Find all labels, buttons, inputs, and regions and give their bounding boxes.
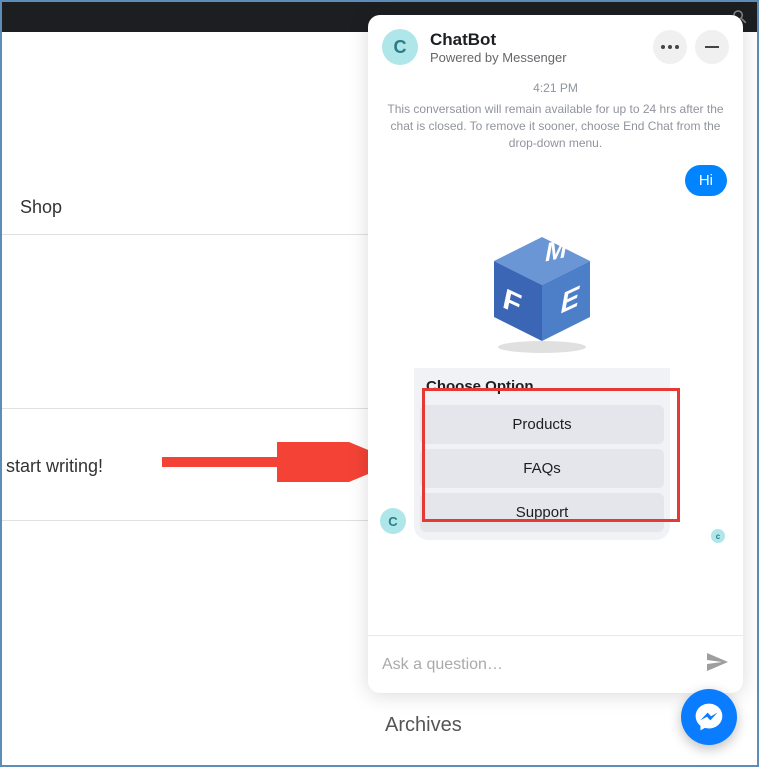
options-container: Products FAQs Support bbox=[414, 401, 670, 540]
powered-by-label: Powered by Messenger bbox=[430, 50, 641, 65]
annotation-arrow bbox=[157, 442, 387, 482]
timestamp: 4:21 PM bbox=[380, 81, 731, 95]
divider bbox=[2, 234, 372, 235]
option-card: M F E Choose Option Products FAQs Suppor… bbox=[414, 210, 670, 540]
option-products-button[interactable]: Products bbox=[420, 405, 664, 444]
read-receipt-avatar: c bbox=[711, 529, 725, 543]
shop-heading: Shop bbox=[20, 197, 62, 218]
chat-widget: C ChatBot Powered by Messenger 4:21 PM T… bbox=[368, 15, 743, 693]
svg-text:M: M bbox=[545, 233, 568, 268]
ellipsis-icon bbox=[661, 45, 679, 49]
bot-avatar-small: C bbox=[380, 508, 406, 534]
bot-avatar: C bbox=[382, 29, 418, 65]
divider bbox=[2, 408, 372, 409]
user-message-bubble: Hi bbox=[685, 165, 727, 196]
messenger-fab-button[interactable] bbox=[681, 689, 737, 745]
messenger-icon bbox=[693, 701, 725, 733]
header-text: ChatBot Powered by Messenger bbox=[430, 30, 641, 65]
header-actions bbox=[653, 30, 729, 64]
send-icon bbox=[705, 650, 729, 674]
fme-cube-logo-icon: M F E bbox=[472, 219, 612, 359]
option-faqs-button[interactable]: FAQs bbox=[420, 449, 664, 488]
chat-header: C ChatBot Powered by Messenger bbox=[368, 15, 743, 75]
more-options-button[interactable] bbox=[653, 30, 687, 64]
minimize-button[interactable] bbox=[695, 30, 729, 64]
divider bbox=[2, 520, 372, 521]
card-image: M F E bbox=[414, 210, 670, 368]
chat-input[interactable] bbox=[382, 656, 695, 674]
start-writing-text: start writing! bbox=[6, 456, 103, 477]
minimize-icon bbox=[705, 46, 719, 48]
card-title: Choose Option bbox=[414, 368, 670, 401]
chat-body: 4:21 PM This conversation will remain av… bbox=[368, 75, 743, 635]
user-message-row: Hi bbox=[380, 165, 731, 196]
bot-card-row: C M F E bbox=[380, 210, 731, 540]
send-button[interactable] bbox=[705, 650, 729, 679]
archives-heading: Archives bbox=[385, 714, 462, 737]
option-support-button[interactable]: Support bbox=[420, 493, 664, 532]
chat-input-row bbox=[368, 635, 743, 693]
bot-name: ChatBot bbox=[430, 30, 641, 50]
system-notice: This conversation will remain available … bbox=[380, 101, 731, 165]
page-background: Shop start writing! Archives C ChatBot P… bbox=[2, 32, 757, 765]
